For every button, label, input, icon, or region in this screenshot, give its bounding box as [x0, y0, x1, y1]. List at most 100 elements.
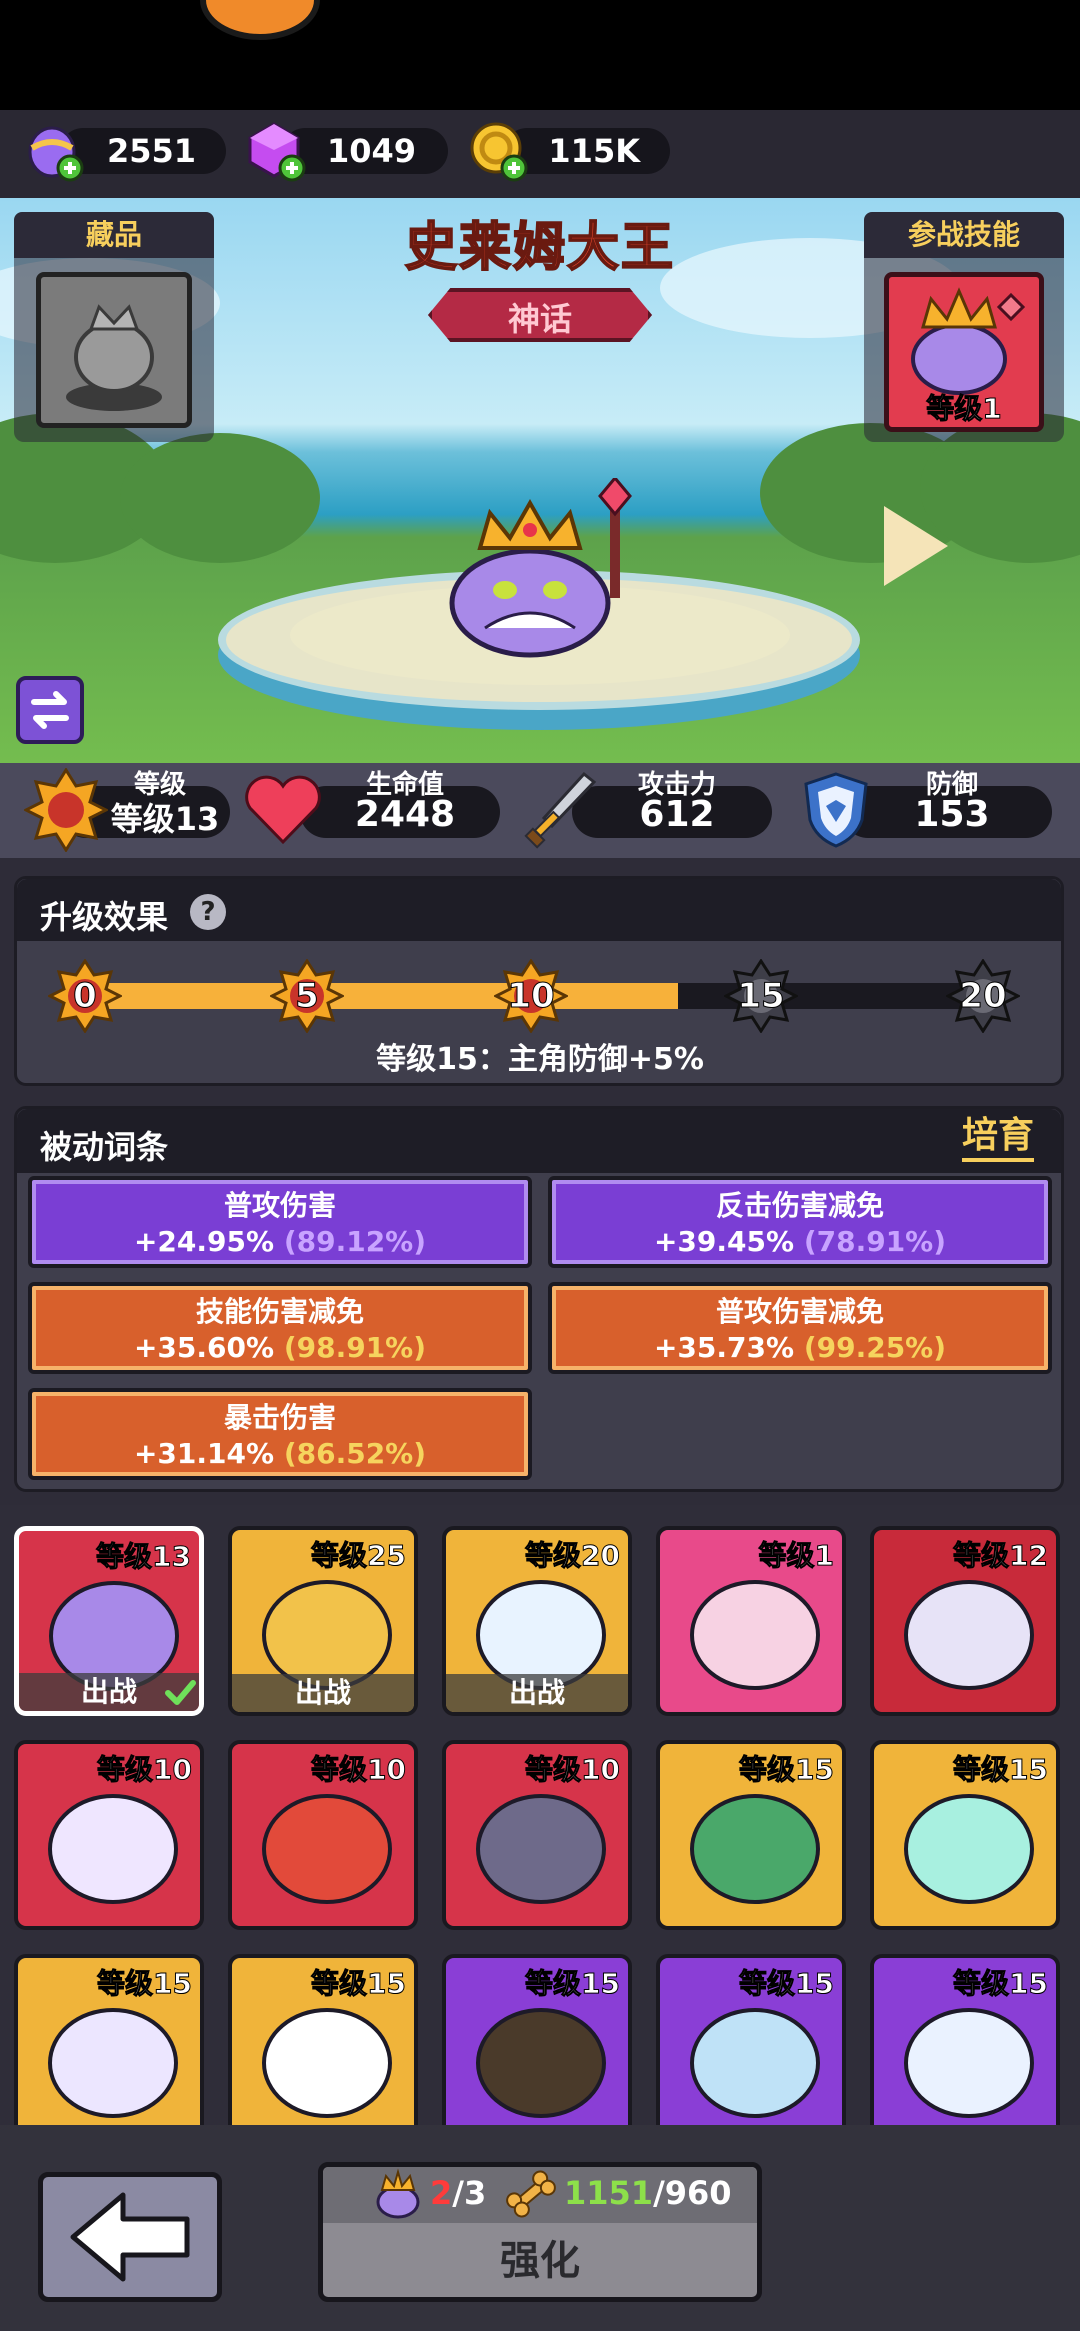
pink-unicorn-dragon-sprite — [690, 1580, 820, 1690]
passive-traits-header — [17, 1109, 1061, 1173]
hero-card-narwhal-slime[interactable]: 等级12 — [870, 1526, 1060, 1716]
shard-have: 2 — [430, 2174, 453, 2212]
trait-name: 暴击伤害 — [223, 1401, 336, 1434]
hero-card-yellow-beast[interactable]: 等级25 出战 — [228, 1526, 418, 1716]
trait-value-line: +39.45% (78.91%) — [552, 1224, 1048, 1260]
hero-card-pink-unicorn-dragon[interactable]: 等级1 — [656, 1526, 846, 1716]
hero-card-level: 等级10 — [97, 1753, 193, 1787]
frost-mushroom-sprite — [904, 2008, 1034, 2118]
level-value: 等级13 — [110, 800, 220, 838]
switch-view-button[interactable] — [16, 676, 84, 744]
duck-knight-sprite — [690, 2008, 820, 2118]
milestone-level: 10 — [507, 976, 555, 1017]
trait-card[interactable]: 普攻伤害减免 +35.73% (99.25%) — [548, 1282, 1052, 1374]
trophy-statue-icon — [66, 304, 162, 411]
battle-skill-title: 参战技能 — [864, 212, 1064, 258]
cultivate-button[interactable]: 培育 — [962, 1114, 1035, 1162]
milestone-level: 5 — [295, 976, 320, 1017]
trait-percent: (78.91%) — [803, 1225, 947, 1258]
hero-card-crystal-mushroom[interactable]: 等级15 — [870, 1740, 1060, 1930]
deployed-label: 出战 — [446, 1674, 628, 1712]
trait-value: +35.73% — [653, 1331, 795, 1364]
bone-count: 1151/960 — [564, 2174, 732, 2212]
help-icon[interactable]: ? — [190, 894, 226, 930]
hero-card-storm-cloud[interactable]: 等级10 — [442, 1740, 632, 1930]
hero-card-red-dragon[interactable]: 等级10 — [228, 1740, 418, 1930]
storm-cloud-sprite — [476, 1794, 606, 1904]
milestone-node[interactable]: 15 — [724, 959, 798, 1033]
hero-card-level: 等级15 — [739, 1967, 835, 2001]
shard-need: /3 — [452, 2174, 487, 2212]
currency-gem-value: 1049 — [326, 132, 416, 170]
bone-icon — [506, 2170, 556, 2218]
trait-value: +35.60% — [133, 1331, 275, 1364]
milestone-node[interactable]: 20 — [946, 959, 1020, 1033]
upgrade-effect-title: 升级效果 — [40, 898, 169, 936]
egg-plus-icon[interactable] — [22, 118, 88, 184]
hero-card-duck-knight[interactable]: 等级15 — [656, 1954, 846, 2144]
enhance-label: 强化 — [500, 2238, 580, 2284]
trait-name: 普攻伤害 — [223, 1189, 336, 1222]
next-upgrade-effect: 等级15：主角防御+5% — [376, 1042, 704, 1077]
trait-value-line: +24.95% (89.12%) — [32, 1224, 528, 1260]
heart-icon — [245, 775, 321, 845]
hero-card-slime-king[interactable]: 等级13 出战 — [14, 1526, 204, 1716]
hp-value: 2448 — [354, 794, 456, 835]
slime-king-sprite[interactable] — [440, 478, 670, 658]
hero-card-level: 等级1 — [758, 1539, 834, 1573]
top-status-area — [0, 0, 1080, 110]
trait-value-line: +35.73% (99.25%) — [552, 1330, 1048, 1366]
trait-value-line: +35.60% (98.91%) — [32, 1330, 528, 1366]
back-arrow-icon — [70, 2192, 190, 2282]
trait-card[interactable]: 技能伤害减免 +35.60% (98.91%) — [28, 1282, 532, 1374]
trait-card[interactable]: 反击伤害减免 +39.45% (78.91%) — [548, 1176, 1052, 1268]
hero-card-ice-bird[interactable]: 等级20 出战 — [442, 1526, 632, 1716]
rarity-badge: 神话 — [428, 288, 652, 342]
selected-check-icon — [163, 1675, 197, 1709]
hero-card-red-deer[interactable]: 等级15 — [228, 1954, 418, 2144]
red-dragon-sprite — [262, 1794, 392, 1904]
hero-card-purple-fox[interactable]: 等级10 — [14, 1740, 204, 1930]
hero-card-eagle[interactable]: 等级15 — [442, 1954, 632, 2144]
gem-plus-icon[interactable] — [244, 118, 310, 184]
eagle-sprite — [476, 2008, 606, 2118]
milestone-node[interactable]: 5 — [270, 959, 344, 1033]
hero-card-level: 等级15 — [739, 1753, 835, 1787]
milestone-level: 0 — [73, 976, 98, 1017]
gold-coin-plus-icon[interactable] — [466, 118, 532, 184]
hero-card-level: 等级15 — [953, 1753, 1049, 1787]
hero-card-genie-slime[interactable]: 等级15 — [14, 1954, 204, 2144]
upgrade-track-fill — [80, 983, 678, 1009]
def-value: 153 — [914, 794, 990, 835]
next-hero-arrow-icon[interactable] — [884, 506, 948, 586]
hero-card-level: 等级15 — [953, 1967, 1049, 2001]
battle-skill-slot[interactable]: 等级1 — [884, 272, 1044, 432]
hero-card-frost-mushroom[interactable]: 等级15 — [870, 1954, 1060, 2144]
hero-card-level: 等级10 — [525, 1753, 621, 1787]
crystal-mushroom-sprite — [904, 1794, 1034, 1904]
trait-percent: (99.25%) — [803, 1331, 947, 1364]
trait-value: +31.14% — [133, 1437, 275, 1470]
trait-card[interactable]: 暴击伤害 +31.14% (86.52%) — [28, 1388, 532, 1480]
trait-card[interactable]: 普攻伤害 +24.95% (89.12%) — [28, 1176, 532, 1268]
hero-card-level: 等级13 — [96, 1540, 192, 1574]
back-button[interactable] — [38, 2172, 222, 2302]
hero-card-level: 等级10 — [311, 1753, 407, 1787]
milestone-node[interactable]: 10 — [494, 959, 568, 1033]
skill-level: 等级1 — [926, 392, 1002, 426]
narwhal-slime-sprite — [904, 1580, 1034, 1690]
swap-arrows-icon — [31, 691, 69, 729]
trait-percent: (89.12%) — [283, 1225, 427, 1258]
deployed-label: 出战 — [232, 1674, 414, 1712]
sword-icon — [524, 771, 597, 849]
hero-card-level: 等级25 — [311, 1539, 407, 1573]
hero-card-level: 等级20 — [525, 1539, 621, 1573]
milestone-node[interactable]: 0 — [48, 959, 122, 1033]
bone-have: 1151 — [564, 2174, 654, 2212]
hero-card-cactus-boxer[interactable]: 等级15 — [656, 1740, 846, 1930]
collection-slot[interactable] — [36, 272, 192, 428]
atk-value: 612 — [639, 794, 715, 835]
passive-traits-title: 被动词条 — [40, 1128, 169, 1166]
level-star-badge-icon — [24, 768, 108, 852]
shield-icon — [804, 772, 868, 848]
